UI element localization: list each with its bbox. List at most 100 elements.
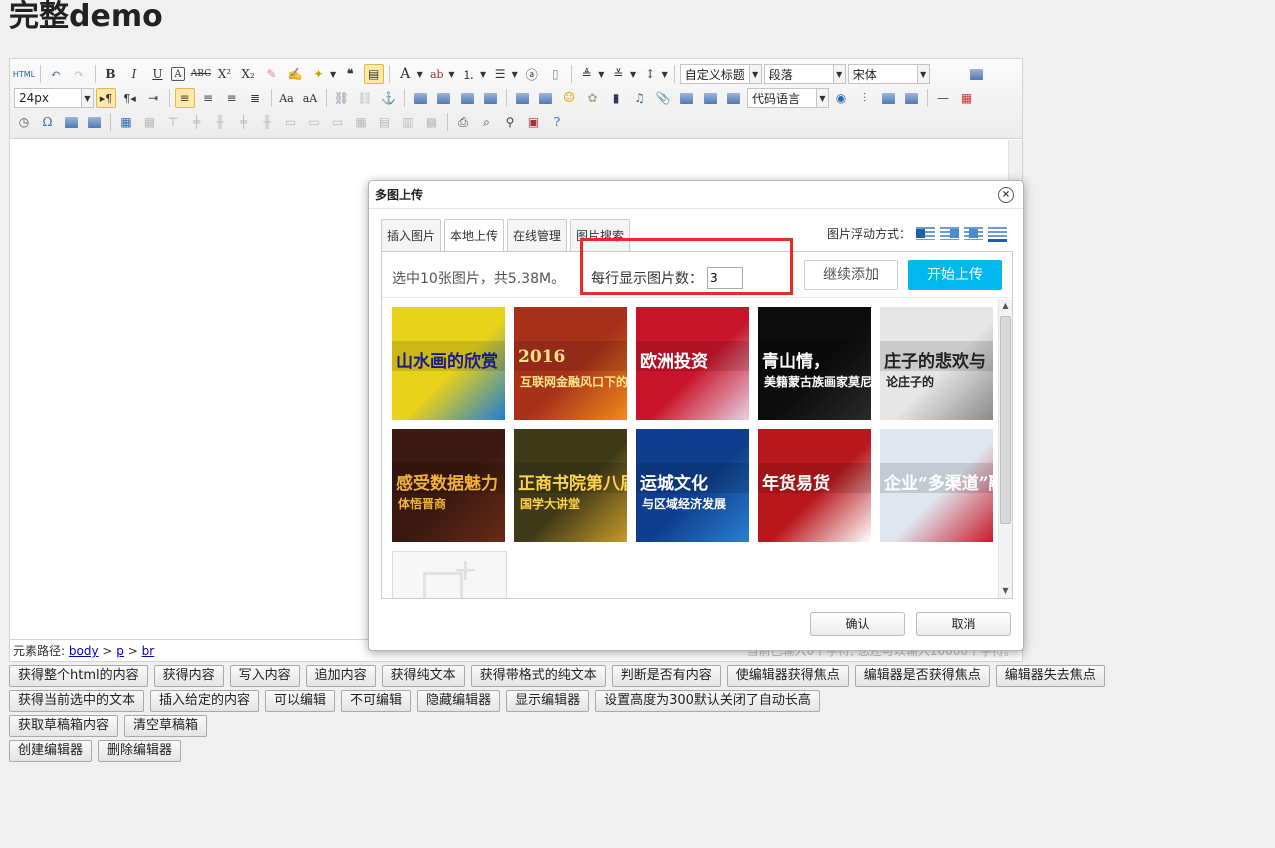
delete-editor-button[interactable]: 删除编辑器 — [98, 740, 182, 762]
get-all-html-button[interactable]: 获得整个html的内容 — [9, 665, 148, 687]
image-left-icon[interactable] — [434, 88, 454, 108]
hide-editor-button[interactable]: 隐藏编辑器 — [417, 690, 501, 712]
thumbnail-scrollbar[interactable]: ▲ ▼ — [998, 299, 1012, 598]
image-thumbnail[interactable]: 青山情， 美籍蒙古族画家莫尼当 — [758, 307, 871, 420]
code-language-select[interactable]: 代码语言 ▼ — [747, 88, 829, 108]
image-thumbnail[interactable]: 感受数据魅力 体悟晋商 — [392, 429, 505, 542]
continue-add-button[interactable]: 继续添加 — [804, 260, 898, 290]
blockquote-icon[interactable]: ❝ — [340, 64, 360, 84]
drafts-icon[interactable]: ▣ — [524, 112, 544, 132]
scroll-up-icon[interactable]: ▲ — [999, 299, 1012, 313]
simple-upload-icon[interactable] — [512, 88, 532, 108]
superscript-icon[interactable]: X² — [215, 64, 235, 84]
close-icon[interactable]: × — [998, 187, 1014, 203]
redo-icon[interactable]: ↷ — [69, 64, 89, 84]
emotion-icon[interactable]: ☺ — [559, 88, 579, 108]
set-blur-button[interactable]: 编辑器失去焦点 — [995, 665, 1105, 687]
insert-frame-icon[interactable] — [724, 88, 744, 108]
eraser-icon[interactable]: ✎ — [262, 64, 282, 84]
path-body-link[interactable]: body — [69, 644, 99, 658]
align-left-icon[interactable]: ≡ — [174, 88, 195, 108]
confirm-button[interactable]: 确认 — [810, 612, 905, 636]
word-image-icon[interactable] — [85, 112, 105, 132]
merge-cells-icon[interactable]: ▭ — [281, 112, 301, 132]
start-upload-button[interactable]: 开始上传 — [908, 260, 1002, 290]
set-height-button[interactable]: 设置高度为300默认关闭了自动长高 — [595, 690, 820, 712]
scroll-down-icon[interactable]: ▼ — [999, 584, 1012, 598]
image-none-icon[interactable] — [410, 88, 430, 108]
set-focus-button[interactable]: 使编辑器获得焦点 — [726, 665, 849, 687]
chevron-down-icon[interactable]: ▼ — [512, 70, 518, 79]
chevron-down-icon[interactable]: ▼ — [448, 70, 454, 79]
float-center-icon[interactable] — [988, 225, 1007, 242]
row-spacing-bottom-icon[interactable]: ≚ — [608, 64, 628, 84]
chevron-down-icon[interactable]: ▼ — [417, 70, 423, 79]
web-app-icon[interactable]: ◉ — [831, 88, 851, 108]
insert-col-icon[interactable]: ╪ — [234, 112, 254, 132]
insert-video-icon[interactable]: ▮ — [606, 88, 626, 108]
float-right-icon[interactable] — [964, 225, 983, 242]
scrollbar-thumb[interactable] — [1000, 316, 1011, 524]
time-icon[interactable]: ◷ — [14, 112, 34, 132]
append-content-button[interactable]: 追加内容 — [305, 665, 376, 687]
show-editor-button[interactable]: 显示编辑器 — [506, 690, 590, 712]
background-icon[interactable] — [902, 88, 922, 108]
page-break-icon[interactable]: ⫶ — [855, 88, 875, 108]
path-p-link[interactable]: p — [116, 644, 124, 658]
auto-format-icon[interactable]: ✦ — [309, 64, 329, 84]
font-size-select[interactable]: 24px ▼ — [14, 88, 94, 108]
insert-row-icon[interactable]: ╪ — [187, 112, 207, 132]
is-focus-button[interactable]: 编辑器是否获得焦点 — [854, 665, 990, 687]
align-justify-icon[interactable]: ≣ — [245, 88, 265, 108]
font-border-icon[interactable]: A — [171, 67, 185, 81]
get-selected-text-button[interactable]: 获得当前选中的文本 — [9, 690, 145, 712]
image-thumbnail[interactable]: 庄子的悲欢与 论庄子的 — [880, 307, 993, 420]
clear-draft-button[interactable]: 清空草稿箱 — [124, 715, 208, 737]
float-none-icon[interactable] — [916, 225, 935, 242]
get-draft-button[interactable]: 获取草稿箱内容 — [9, 715, 119, 737]
get-content-button[interactable]: 获得内容 — [153, 665, 224, 687]
template-icon[interactable] — [878, 88, 898, 108]
indent-icon[interactable]: ⇥ — [143, 88, 163, 108]
source-html-button[interactable]: HTML — [13, 64, 35, 84]
chevron-down-icon[interactable]: ▼ — [662, 70, 668, 79]
get-plain-text-button[interactable]: 获得纯文本 — [381, 665, 465, 687]
uppercase-icon[interactable]: Aa — [277, 88, 297, 108]
multi-image-icon[interactable] — [536, 88, 556, 108]
set-enabled-button[interactable]: 可以编辑 — [265, 690, 336, 712]
path-br-link[interactable]: br — [142, 644, 155, 658]
fullscreen-icon[interactable] — [967, 64, 987, 84]
snap-screen-icon[interactable] — [61, 112, 81, 132]
link-icon[interactable]: ⛓ — [332, 88, 352, 108]
tab-insert-image[interactable]: 插入图片 — [381, 219, 442, 251]
insert-html-button[interactable]: 插入给定的内容 — [150, 690, 260, 712]
line-height-icon[interactable]: ↕ — [640, 64, 660, 84]
delete-col-icon[interactable]: ╫ — [257, 112, 277, 132]
paste-plain-icon[interactable]: ▤ — [363, 64, 384, 84]
lowercase-icon[interactable]: aA — [300, 88, 320, 108]
get-formatted-text-button[interactable]: 获得带格式的纯文本 — [470, 665, 606, 687]
image-right-icon[interactable] — [457, 88, 477, 108]
format-brush-icon[interactable]: ✍ — [285, 64, 305, 84]
preview-icon[interactable]: ⌕ — [477, 112, 497, 132]
map-icon[interactable] — [677, 88, 697, 108]
chevron-down-icon[interactable]: ▼ — [480, 70, 486, 79]
print-icon[interactable]: ⎙ — [453, 112, 473, 132]
horizontal-rule-icon[interactable]: — — [933, 88, 953, 108]
insert-paragraph-before-table-icon[interactable]: ⊤ — [163, 112, 183, 132]
cancel-button[interactable]: 取消 — [916, 612, 1011, 636]
per-row-input[interactable] — [707, 267, 743, 289]
add-image-tile[interactable] — [392, 551, 507, 598]
set-disabled-button[interactable]: 不可编辑 — [341, 690, 412, 712]
background-color-icon[interactable]: ab — [427, 64, 447, 84]
unlink-icon[interactable]: ⛓ — [355, 88, 375, 108]
align-center-icon[interactable]: ≡ — [198, 88, 218, 108]
ltr-direction-icon[interactable]: ▸¶ — [96, 88, 116, 108]
clear-doc-icon[interactable]: ▯ — [545, 64, 565, 84]
select-all-icon[interactable]: ⓐ — [522, 64, 542, 84]
underline-icon[interactable]: U — [148, 64, 168, 84]
image-thumbnail[interactable]: 2016 互联网金融风口下的生存之道 — [514, 307, 627, 420]
merge-down-icon[interactable]: ▭ — [328, 112, 348, 132]
delete-row-icon[interactable]: ╫ — [210, 112, 230, 132]
custom-heading-select[interactable]: 自定义标题 ▼ — [679, 64, 762, 84]
